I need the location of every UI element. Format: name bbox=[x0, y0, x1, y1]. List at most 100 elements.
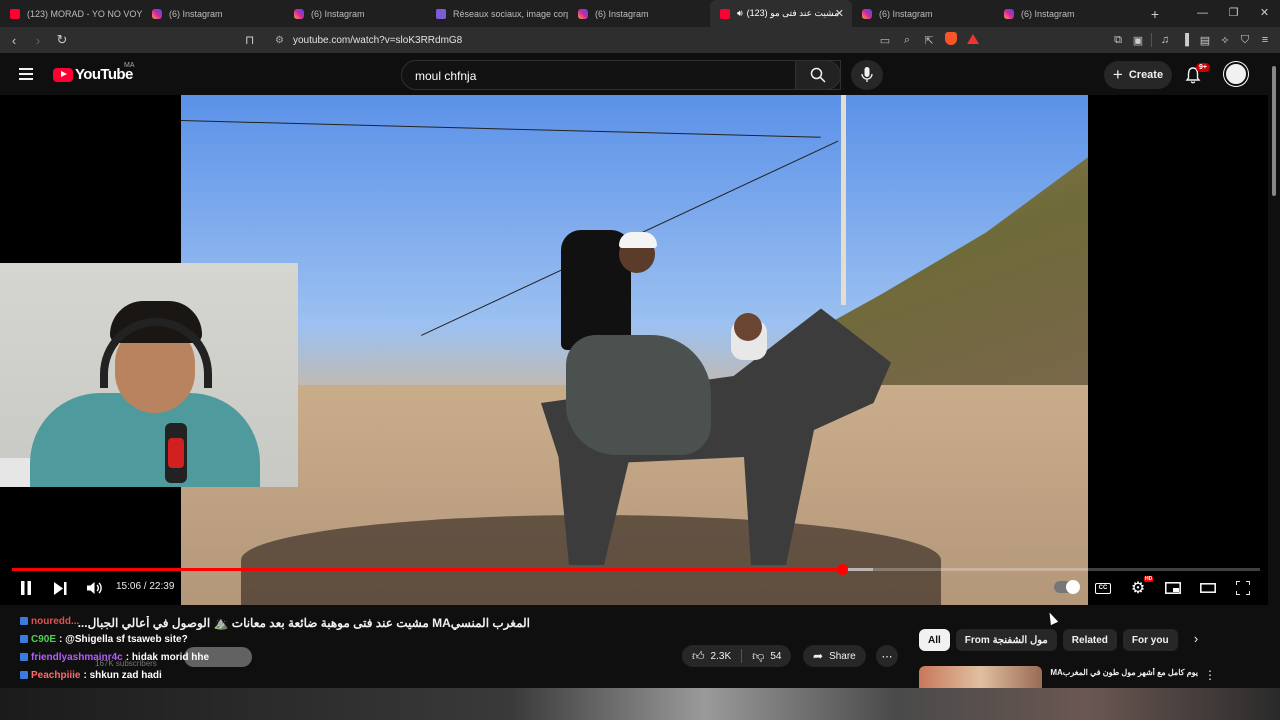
back-icon[interactable]: ‹ bbox=[4, 33, 24, 48]
browser-tab[interactable]: Réseaux sociaux, image corpor... bbox=[426, 0, 568, 27]
restore-icon[interactable]: ❐ bbox=[1218, 0, 1249, 27]
page-scrollbar[interactable] bbox=[1270, 60, 1278, 700]
wallet2-icon[interactable]: ▤ bbox=[1198, 34, 1212, 47]
speaker-icon[interactable]: 🔊︎ bbox=[737, 8, 743, 19]
chat-message: Peachpiiie: shkun zad hadi bbox=[20, 666, 380, 684]
divider bbox=[741, 649, 743, 663]
saddle-sack bbox=[566, 335, 711, 455]
url-text[interactable]: youtube.com/watch?v=sloK3RRdmG8 bbox=[293, 35, 462, 46]
chip-scroll-right-icon[interactable]: › bbox=[1186, 631, 1206, 651]
document-icon bbox=[436, 8, 446, 19]
autoplay-toggle[interactable] bbox=[1054, 580, 1080, 594]
browser-tab[interactable]: (123) MORAD - YO NO VOY (V... bbox=[0, 0, 142, 27]
dislike-count[interactable]: 54 bbox=[770, 651, 781, 662]
browser-tab[interactable]: (6) Instagram bbox=[568, 0, 710, 27]
chat-text: : @Shigella sf tsaweb site? bbox=[59, 633, 188, 645]
like-count[interactable]: 2.3K bbox=[711, 651, 732, 662]
search-button[interactable] bbox=[795, 60, 841, 90]
zoom-icon[interactable]: ⌕ bbox=[900, 34, 914, 47]
streamer-webcam bbox=[0, 263, 298, 487]
pause-button[interactable] bbox=[18, 579, 34, 597]
extension-bar: ⧉ ▣ ♫ ▐ ▤ ✧ ⛉ ≡ bbox=[1111, 27, 1272, 53]
chat-message: C90E: @Shigella sf tsaweb site? bbox=[20, 630, 380, 648]
progress-bar[interactable] bbox=[12, 564, 1260, 575]
close-tab-icon[interactable]: ✕ bbox=[835, 7, 844, 20]
fullscreen-button[interactable] bbox=[1234, 579, 1252, 597]
instagram-icon bbox=[294, 8, 304, 19]
tab-title: (6) Instagram bbox=[879, 8, 933, 19]
recommendation-chips: All From مول الشفنجة Related For you bbox=[919, 629, 1178, 651]
sidebar-icon[interactable]: ▐ bbox=[1178, 34, 1192, 46]
chat-platform-icon bbox=[20, 635, 28, 643]
extensions-icon[interactable]: ⧉ bbox=[1111, 34, 1125, 47]
subtitles-button[interactable]: CC bbox=[1094, 579, 1112, 597]
volume-icon bbox=[87, 582, 102, 594]
filter-chip[interactable]: For you bbox=[1122, 629, 1178, 651]
address-bar: ‹ › ↻ ⊓ ⚙ youtube.com/watch?v=sloK3RRdmG… bbox=[0, 27, 1280, 53]
recommendation-menu-icon[interactable]: ⋮ bbox=[1204, 668, 1216, 682]
guide-menu-icon[interactable] bbox=[19, 68, 33, 80]
search-input[interactable]: moul chfnja ✕ bbox=[401, 60, 841, 90]
plus-icon: + bbox=[1112, 65, 1123, 84]
theater-mode-button[interactable] bbox=[1199, 579, 1217, 597]
subscribe-button[interactable] bbox=[184, 647, 252, 667]
more-actions-button[interactable]: ⋯ bbox=[876, 645, 898, 667]
search-query[interactable]: moul chfnja bbox=[415, 69, 476, 83]
share-page-icon[interactable]: ⇱ bbox=[922, 34, 936, 47]
brave-rewards-icon[interactable] bbox=[966, 33, 980, 47]
scrubber-handle[interactable] bbox=[836, 564, 848, 575]
filter-chip[interactable]: All bbox=[919, 629, 950, 651]
like-dislike-group: 👍︎ 2.3K 👎︎ 54 bbox=[682, 645, 792, 667]
browser-tab[interactable]: (6) Instagram bbox=[994, 0, 1136, 27]
scrollbar-thumb[interactable] bbox=[1272, 66, 1276, 196]
forward-icon[interactable]: › bbox=[28, 33, 48, 48]
share-button[interactable]: ➦ Share bbox=[803, 645, 866, 667]
recommendation-thumbnail[interactable] bbox=[919, 666, 1042, 690]
browser-tab[interactable]: (6) Instagram bbox=[284, 0, 426, 27]
site-info-icon[interactable]: ⚙ bbox=[275, 35, 291, 46]
more-icon: ⋯ bbox=[881, 650, 893, 663]
brave-shield-icon[interactable] bbox=[944, 32, 958, 48]
chat-username: Peachpiiie bbox=[31, 669, 81, 681]
new-tab-icon[interactable]: + bbox=[1140, 6, 1170, 22]
voice-search-button[interactable] bbox=[851, 60, 883, 90]
browser-tab[interactable]: (6) Instagram bbox=[142, 0, 284, 27]
youtube-logo[interactable]: YouTube MA bbox=[53, 62, 135, 83]
minimize-icon[interactable]: — bbox=[1187, 0, 1218, 27]
menu-icon[interactable]: ≡ bbox=[1258, 34, 1272, 46]
browser-tab[interactable]: (6) Instagram bbox=[852, 0, 994, 27]
time-display: 15:06 / 22:39 bbox=[116, 581, 175, 592]
create-button[interactable]: + Create bbox=[1104, 61, 1172, 89]
thumbs-down-icon[interactable]: 👎︎ bbox=[752, 649, 764, 664]
reload-icon[interactable]: ↻ bbox=[52, 32, 72, 48]
vpn-icon[interactable]: ⛉ bbox=[1238, 34, 1252, 47]
video-frame[interactable] bbox=[181, 95, 1088, 605]
duration: 22:39 bbox=[149, 581, 175, 592]
account-avatar[interactable] bbox=[1224, 62, 1248, 86]
music-icon[interactable]: ♫ bbox=[1158, 34, 1172, 46]
captions-icon: CC bbox=[1095, 582, 1111, 594]
filter-chip[interactable]: Related bbox=[1062, 629, 1117, 651]
leo-ai-icon[interactable]: ✧ bbox=[1218, 34, 1232, 47]
rider-cap bbox=[619, 232, 657, 248]
search-icon bbox=[810, 67, 826, 83]
cast-icon[interactable]: ▭ bbox=[878, 34, 892, 47]
video-player[interactable]: 15:06 / 22:39 CC ⚙ HD bbox=[0, 95, 1268, 626]
bookmark-icon[interactable]: ⊓ bbox=[245, 33, 265, 47]
filter-chip[interactable]: From مول الشفنجة bbox=[955, 629, 1057, 651]
chat-message: nouredd... bbox=[20, 612, 380, 630]
country-code: MA bbox=[124, 62, 135, 69]
chat-text: : shkun zad hadi bbox=[83, 669, 162, 681]
wallet-icon[interactable]: ▣ bbox=[1131, 34, 1145, 47]
thumbs-up-icon[interactable]: 👍︎ bbox=[692, 649, 705, 664]
miniplayer-button[interactable] bbox=[1164, 579, 1182, 597]
youtube-play-icon bbox=[53, 67, 73, 82]
current-time: 15:06 bbox=[116, 581, 142, 592]
instagram-icon bbox=[862, 8, 872, 19]
next-button[interactable] bbox=[52, 579, 68, 597]
browser-tab[interactable]: 🔊︎ (123) مشيت عند فتى مو ✕ bbox=[710, 0, 852, 27]
youtube-icon bbox=[720, 8, 730, 19]
volume-button[interactable] bbox=[86, 579, 104, 597]
close-window-icon[interactable]: ✕ bbox=[1249, 0, 1280, 27]
recommendation-title[interactable]: يوم كامل مع أشهر مول طون في المغربMA bbox=[1048, 668, 1198, 677]
